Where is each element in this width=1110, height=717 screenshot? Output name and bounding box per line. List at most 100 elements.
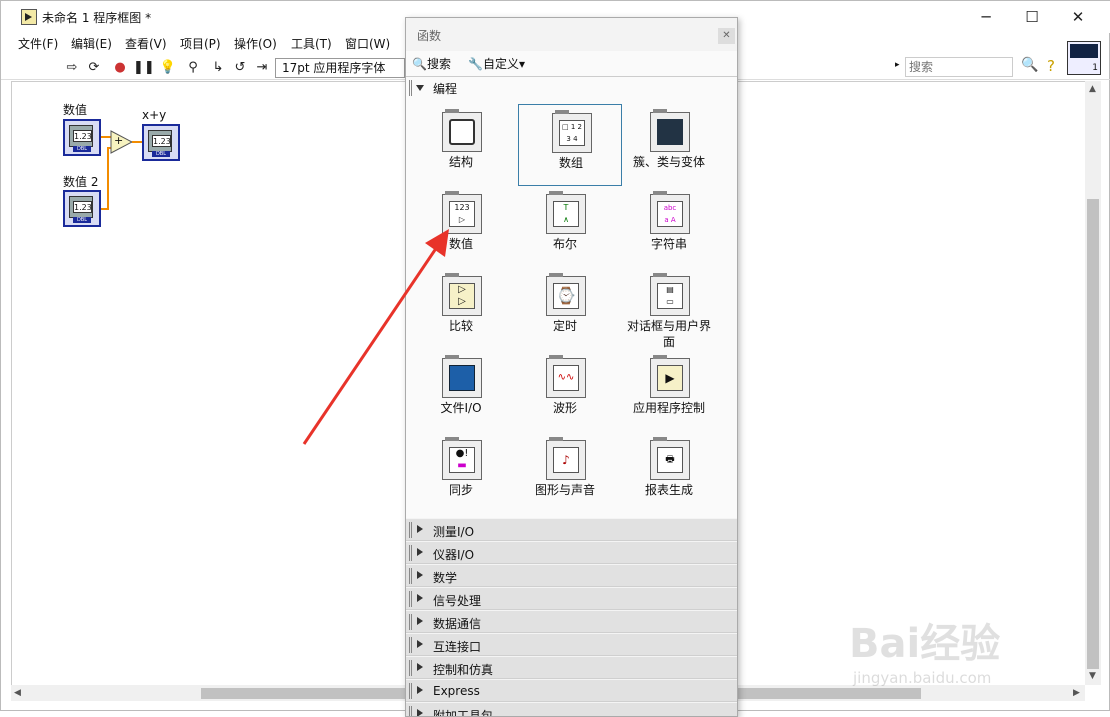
vertical-scrollbar[interactable]: ▲ ▼ [1085, 81, 1101, 685]
palette-close-icon[interactable]: ✕ [718, 28, 735, 44]
grip-icon [409, 80, 412, 96]
section-label: 编程 [433, 82, 458, 96]
menu-operate[interactable]: 操作(O) [234, 35, 277, 52]
palette-toolbar: 🔍搜索 🔧自定义▾ [406, 51, 737, 76]
collapse-triangle-icon [416, 85, 424, 91]
expand-triangle-icon [417, 525, 423, 533]
run-icon[interactable]: ⇨ [63, 59, 81, 77]
waveform-icon: ∿∿ [553, 365, 579, 391]
palette-item-file-io[interactable]: 文件I/O [409, 350, 513, 432]
palette-item-report[interactable]: 🖶 报表生成 [617, 432, 721, 514]
menu-view[interactable]: 查看(V) [125, 35, 167, 52]
window-title: 未命名 1 程序框图 * [42, 11, 152, 25]
expand-triangle-icon [417, 571, 423, 579]
palette-item-waveform[interactable]: ∿∿ 波形 [513, 350, 617, 432]
cluster-icon [657, 119, 683, 145]
expand-triangle-icon [417, 663, 423, 671]
category-signal-processing[interactable]: 信号处理 [406, 587, 737, 610]
palette-item-dialog[interactable]: ▤ ▭ 对话框与用户界面 [617, 268, 721, 358]
category-addons[interactable]: 附加工具包 [406, 702, 737, 716]
palette-customize-button[interactable]: 🔧自定义▾ [468, 55, 525, 72]
scroll-down-icon: ▼ [1089, 671, 1096, 681]
search-icon[interactable]: 🔍 [1021, 57, 1038, 73]
help-icon[interactable]: ? [1047, 57, 1055, 75]
palette-categories: 测量I/O 仪器I/O 数学 信号处理 数据通信 互连接口 控制和仿真 Expr… [406, 518, 737, 716]
add-symbol: + [114, 134, 124, 147]
expand-icon[interactable]: ▸ [895, 60, 900, 70]
boolean-icon: T ∧ [553, 201, 579, 227]
expand-triangle-icon [417, 709, 423, 716]
graphics-sound-icon: ♪ [553, 447, 579, 473]
step-out-icon[interactable]: ⇥ [253, 59, 271, 77]
palette-item-boolean[interactable]: T ∧ 布尔 [513, 186, 617, 268]
menu-project[interactable]: 项目(P) [180, 35, 221, 52]
scroll-right-icon: ▶ [1073, 688, 1080, 698]
category-express[interactable]: Express [406, 679, 737, 702]
palette-item-graphics-sound[interactable]: ♪ 图形与声音 [513, 432, 617, 514]
sync-icon: ●! ▬ [449, 447, 475, 473]
toolbar-search: ▸ 🔍 [895, 57, 1040, 77]
palette-item-timing[interactable]: ⌚ 定时 [513, 268, 617, 350]
functions-palette: 函数 ✕ 🔍搜索 🔧自定义▾ 编程 结构 □ 1 23 4 数组 簇、类与变体 [405, 17, 738, 717]
watermark-brand: Bai经验 [849, 621, 1001, 667]
palette-item-numeric[interactable]: 123 ▷ 数值 [409, 186, 513, 268]
file-io-icon [449, 365, 475, 391]
palette-item-sync[interactable]: ●! ▬ 同步 [409, 432, 513, 514]
palette-item-string[interactable]: abc a A 字符串 [617, 186, 721, 268]
array-icon: □ 1 23 4 [559, 120, 585, 146]
baidu-watermark: Bai经验 jingyan.baidu.com [849, 591, 1059, 691]
run-continuously-icon[interactable]: ⟳ [85, 59, 103, 77]
category-control-simulation[interactable]: 控制和仿真 [406, 656, 737, 679]
palette-item-comparison[interactable]: ▷ ▷ 比较 [409, 268, 513, 350]
vi-icon[interactable]: 1 [1067, 41, 1101, 75]
expand-triangle-icon [417, 686, 423, 694]
palette-item-cluster[interactable]: 簇、类与变体 [617, 104, 721, 186]
menu-window[interactable]: 窗口(W) [345, 35, 390, 52]
category-measurement-io[interactable]: 测量I/O [406, 518, 737, 541]
report-icon: 🖶 [657, 447, 683, 473]
category-data-communication[interactable]: 数据通信 [406, 610, 737, 633]
numeric-icon: 123 ▷ [449, 201, 475, 227]
palette-grid: 结构 □ 1 23 4 数组 簇、类与变体 123 ▷ 数值 T ∧ 布尔 abc a… [406, 100, 737, 518]
retain-wire-values-icon[interactable]: ⚲ [184, 59, 202, 77]
menu-edit[interactable]: 编辑(E) [71, 35, 112, 52]
pause-icon[interactable]: ❚❚ [133, 59, 155, 77]
palette-section-programming[interactable]: 编程 [406, 76, 737, 98]
category-instrument-io[interactable]: 仪器I/O [406, 541, 737, 564]
watermark-url: jingyan.baidu.com [853, 669, 992, 687]
expand-triangle-icon [417, 594, 423, 602]
menu-file[interactable]: 文件(F) [18, 35, 58, 52]
palette-title-bar: 函数 ✕ [406, 18, 737, 51]
timing-icon: ⌚ [553, 283, 579, 309]
abort-icon[interactable]: ● [111, 59, 129, 77]
expand-triangle-icon [417, 617, 423, 625]
minimize-button[interactable]: ─ [963, 3, 1009, 31]
string-icon: abc a A [657, 201, 683, 227]
close-button[interactable]: ✕ [1055, 3, 1101, 31]
app-control-icon: ▶ [657, 365, 683, 391]
labview-window: 未命名 1 程序框图 * ─ ☐ ✕ 文件(F) 编辑(E) 查看(V) 项目(… [0, 0, 1110, 717]
step-into-icon[interactable]: ↳ [209, 59, 227, 77]
labview-app-icon [21, 9, 37, 25]
maximize-button[interactable]: ☐ [1009, 3, 1055, 31]
vertical-scroll-thumb[interactable] [1087, 199, 1099, 669]
highlight-execution-icon[interactable]: 💡 [159, 59, 177, 77]
menu-tools[interactable]: 工具(T) [291, 35, 332, 52]
expand-triangle-icon [417, 548, 423, 556]
search-icon: 🔍 [412, 57, 427, 71]
palette-title: 函数 [417, 29, 442, 43]
palette-item-array[interactable]: □ 1 23 4 数组 [518, 104, 622, 186]
palette-item-structures[interactable]: 结构 [409, 104, 513, 186]
step-over-icon[interactable]: ↺ [231, 59, 249, 77]
category-mathematics[interactable]: 数学 [406, 564, 737, 587]
palette-search-button[interactable]: 🔍搜索 [412, 55, 451, 72]
scroll-up-icon: ▲ [1089, 84, 1096, 94]
search-input[interactable] [905, 57, 1013, 77]
expand-triangle-icon [417, 640, 423, 648]
palette-item-app-control[interactable]: ▶ 应用程序控制 [617, 350, 721, 432]
category-connectivity[interactable]: 互连接口 [406, 633, 737, 656]
wrench-icon: 🔧 [468, 57, 483, 71]
comparison-icon: ▷ ▷ [449, 283, 475, 309]
font-selector[interactable]: 17pt 应用程序字体 [275, 58, 405, 78]
structures-icon [449, 119, 475, 145]
